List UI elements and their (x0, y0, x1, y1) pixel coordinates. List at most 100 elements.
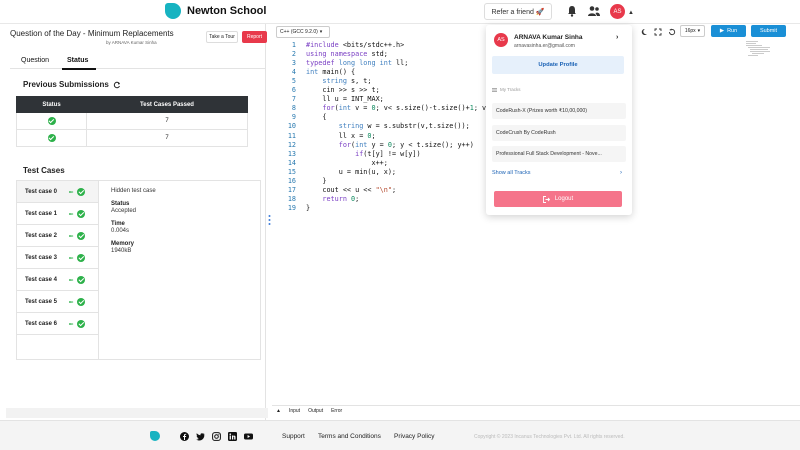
refresh-icon[interactable] (113, 81, 121, 89)
panel-resize-handle[interactable] (268, 214, 271, 226)
footer-link-terms[interactable]: Terms and Conditions (318, 433, 381, 440)
code-line: ll u = INT_MAX; (306, 95, 384, 104)
report-button[interactable]: Report (242, 31, 267, 43)
test-cases-title: Test Cases (23, 166, 65, 175)
chevron-down-icon: ▾ (697, 28, 701, 34)
reset-icon[interactable] (668, 28, 676, 36)
test-case-1[interactable]: Test case 1 ac (17, 203, 98, 225)
brand-logo-icon (165, 3, 181, 19)
memory-value: 1940kB (111, 248, 132, 254)
check-circle-icon (77, 231, 86, 240)
line-number: 1 (291, 41, 296, 49)
chevron-up-icon[interactable]: ▲ (276, 408, 281, 414)
submissions-table: Status Test Cases Passed 7 7 (16, 96, 248, 147)
chevron-up-icon[interactable]: ▲ (628, 10, 634, 16)
facebook-icon[interactable] (180, 432, 189, 441)
table-row[interactable]: 7 (16, 112, 248, 130)
time-value: 0.004s (111, 228, 130, 234)
copyright: Copyright © 2023 Incanus Technologies Pv… (474, 434, 625, 440)
tab-question[interactable]: Question (21, 57, 49, 64)
status-value: Accepted (111, 208, 137, 214)
fullscreen-icon[interactable] (654, 28, 662, 36)
code-line: #include <bits/stdc++.h> (306, 41, 405, 49)
memory-label: Memory (111, 241, 135, 247)
footer-link-privacy[interactable]: Privacy Policy (394, 433, 434, 440)
line-number: 19 (287, 203, 296, 212)
twitter-icon[interactable] (196, 432, 205, 441)
line-number: 15 (287, 167, 296, 176)
check-circle-icon (47, 117, 56, 125)
logout-label: Logout (554, 196, 574, 202)
code-line: typedef long long int ll; (306, 59, 409, 68)
check-circle-icon (77, 297, 86, 306)
moon-icon[interactable] (640, 28, 648, 36)
horizontal-scrollbar[interactable] (6, 408, 268, 418)
check-circle-icon (77, 253, 86, 262)
tab-output[interactable]: Output (308, 408, 323, 414)
community-icon[interactable] (587, 5, 601, 17)
test-case-verdict: ac (68, 277, 74, 282)
test-case-heading: Hidden test case (111, 188, 156, 194)
logout-button[interactable]: Logout (494, 191, 622, 207)
code-line: u = min(u, x); (306, 167, 397, 176)
chevron-right-icon[interactable]: › (620, 170, 622, 176)
my-tracks-label: My Tracks (500, 87, 521, 92)
test-case-2[interactable]: Test case 2 ac (17, 225, 98, 247)
table-row[interactable]: 7 (16, 129, 248, 147)
problem-tabs: Question Status (10, 55, 266, 70)
take-tour-button[interactable]: Take a Tour (206, 31, 238, 43)
track-item[interactable]: CodeCrush By CodeRush (492, 125, 626, 141)
user-email: arnavasinha.er@gmail.com (514, 43, 575, 49)
show-all-tracks-link[interactable]: Show all Tracks (492, 170, 531, 176)
brand-logo-icon[interactable] (150, 431, 160, 441)
line-number: 5 (291, 77, 296, 86)
run-button[interactable]: ▶ Run (711, 25, 746, 37)
test-case-4[interactable]: Test case 4 ac (17, 269, 98, 291)
test-case-label: Test case 3 (25, 254, 57, 261)
test-case-0[interactable]: Test case 0 ac (17, 181, 98, 203)
test-case-5[interactable]: Test case 5 ac (17, 291, 98, 313)
previous-submissions-label: Previous Submissions (23, 80, 109, 89)
tab-input[interactable]: Input (289, 408, 300, 414)
status-cell (16, 129, 87, 147)
submit-button[interactable]: Submit (751, 25, 786, 37)
test-case-3[interactable]: Test case 3 ac (17, 247, 98, 269)
code-line: return 0; (322, 194, 360, 203)
brand[interactable]: Newton School (165, 3, 266, 19)
test-case-6[interactable]: Test case 6 ac (17, 313, 98, 335)
tab-status[interactable]: Status (67, 57, 88, 64)
test-case-verdict: ac (68, 211, 74, 216)
track-item[interactable]: Professional Full Stack Development - No… (492, 146, 626, 162)
code-line: string w = s.substr(v,t.size()); (338, 122, 470, 131)
code-line: for(int v = 0; v< s.size()-t.size()+1; v… (322, 104, 498, 113)
bell-icon[interactable] (566, 5, 578, 17)
footer-link-support[interactable]: Support (282, 433, 305, 440)
editor-toolbar (640, 26, 676, 38)
code-line: } (306, 203, 311, 212)
code-line: if(t[y] != w[y]) (355, 149, 421, 158)
line-number: 9 (291, 113, 296, 122)
test-case-label: Test case 4 (25, 276, 57, 283)
instagram-icon[interactable] (212, 432, 221, 441)
code-line: using namespace std; (306, 50, 388, 59)
update-profile-button[interactable]: Update Profile (492, 56, 624, 74)
line-number: 3 (291, 59, 296, 68)
code-line: x++; (306, 158, 388, 167)
refer-friend-button[interactable]: Refer a friend 🚀 (484, 3, 552, 20)
line-number: 6 (291, 86, 296, 95)
code-minimap[interactable] (746, 40, 782, 58)
tab-error[interactable]: Error (331, 408, 342, 414)
line-number: 11 (287, 131, 296, 140)
chevron-right-icon[interactable]: › (616, 34, 618, 41)
avatar[interactable]: AS (610, 4, 625, 19)
language-select[interactable]: C++ (GCC 9.2.0) ▾ (276, 26, 330, 38)
run-label: Run (727, 28, 738, 34)
check-circle-icon (77, 319, 86, 328)
youtube-icon[interactable] (244, 432, 253, 441)
passed-cell: 7 (86, 112, 248, 130)
line-number: 4 (291, 68, 296, 77)
font-size-select[interactable]: 16px ▾ (680, 25, 705, 37)
linkedin-icon[interactable] (228, 432, 237, 441)
track-item[interactable]: CodeRush-X (Prizes worth ₹10,00,000) (492, 103, 626, 119)
user-name[interactable]: ARNAVA Kumar Sinha (514, 34, 583, 41)
